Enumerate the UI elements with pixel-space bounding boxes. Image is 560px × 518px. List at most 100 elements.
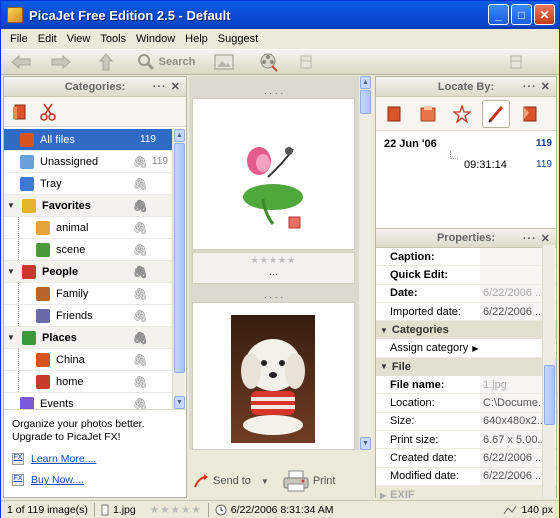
property-row[interactable]: Date: 6/22/2006 ... (376, 284, 556, 303)
scroll-up-arrow[interactable]: ▲ (174, 129, 185, 142)
panel-close-icon[interactable]: ✕ (171, 81, 181, 93)
property-row[interactable]: Quick Edit: (376, 266, 556, 285)
collapse-arrow-icon[interactable]: ▼ (6, 333, 16, 342)
maximize-button[interactable]: □ (511, 4, 532, 25)
category-china[interactable]: China 🖇 (4, 349, 172, 371)
category-events[interactable]: Events 🖇 (4, 393, 172, 409)
forward-button[interactable] (41, 51, 81, 73)
scissors-icon[interactable] (40, 103, 56, 121)
property-row[interactable]: Caption: (376, 248, 556, 267)
menu-window[interactable]: Window (131, 33, 180, 45)
property-value[interactable] (480, 266, 546, 284)
property-row[interactable]: Imported date: 6/22/2006 ... (376, 302, 556, 322)
property-row[interactable]: Size: 640x480x2... (376, 412, 556, 431)
category-tray[interactable]: Tray 🖇 (4, 173, 172, 195)
paperclip-icon[interactable]: 🖇 (133, 155, 148, 169)
property-row[interactable]: Created date: 6/22/2006 ... (376, 449, 556, 468)
scroll-down-arrow[interactable]: ▼ (174, 396, 185, 409)
category-family[interactable]: Family 🖇 (4, 283, 172, 305)
paperclip-icon[interactable]: 🖇 (133, 177, 148, 191)
paperclip-icon[interactable]: 🖇 (133, 265, 148, 279)
property-value[interactable]: 1.jpg (480, 376, 546, 394)
category-animal[interactable]: animal 🖇 (4, 217, 172, 239)
property-value[interactable]: C:\Docume... (480, 394, 546, 412)
toolbar-slot-button-right[interactable] (501, 51, 531, 73)
property-value[interactable] (480, 248, 546, 266)
status-rating-stars[interactable]: ★★★★★ (150, 504, 202, 516)
menu-edit[interactable]: Edit (33, 33, 62, 45)
category-favorites[interactable]: ▼ Favorites 🖇 (4, 195, 172, 217)
property-row[interactable]: Print size: 6.67 x 5.00... (376, 430, 556, 450)
paperclip-icon[interactable]: 🖇 (133, 309, 148, 323)
panel-menu-icon[interactable]: ··· (153, 81, 167, 93)
menu-file[interactable]: File (5, 33, 33, 45)
property-value[interactable]: 6/22/2006 ... (480, 467, 546, 485)
new-category-icon[interactable] (12, 103, 28, 121)
back-button[interactable] (1, 51, 41, 73)
rating-stars[interactable]: ★★★★★ (193, 255, 354, 266)
panel-close-icon[interactable]: ✕ (541, 81, 551, 93)
up-button[interactable] (81, 51, 131, 73)
date-node[interactable]: 22 Jun '06 119 (376, 135, 556, 155)
panel-menu-icon[interactable]: ··· (523, 81, 537, 93)
property-row[interactable]: Location: C:\Docume... (376, 394, 556, 413)
category-places[interactable]: ▼ Places 🖇 (4, 327, 172, 349)
print-button[interactable]: Print (283, 470, 335, 492)
menu-help[interactable]: Help (180, 33, 213, 45)
buy-now-link[interactable]: FX Buy Now.... (12, 474, 178, 486)
close-button[interactable]: ✕ (534, 4, 555, 25)
send-to-button[interactable]: Send to ▼ (193, 473, 269, 489)
categories-scrollbar[interactable]: ▲ ▼ (172, 129, 185, 409)
slideshow-button[interactable] (201, 51, 247, 73)
paperclip-icon[interactable]: 🖇 (133, 331, 148, 345)
category-people[interactable]: ▼ People 🖇 (4, 261, 172, 283)
edit-tool-button[interactable] (247, 51, 291, 73)
property-row[interactable]: Modified date: 6/22/2006 ... (376, 467, 556, 486)
panel-close-icon[interactable]: ✕ (541, 233, 551, 245)
menu-view[interactable]: View (62, 33, 96, 45)
collapse-arrow-icon[interactable]: ▼ (6, 267, 16, 276)
toolbar-slot-button[interactable] (291, 51, 321, 73)
property-value[interactable]: 6.67 x 5.00... (480, 430, 546, 449)
paperclip-icon[interactable]: 🖇 (133, 243, 148, 257)
thumbnail-scrollbar[interactable]: ▲ ▼ (358, 76, 371, 450)
thumbnail-1[interactable] (192, 98, 355, 250)
scroll-thumb[interactable] (360, 90, 371, 114)
locate-by-tag-button[interactable] (516, 100, 544, 128)
scroll-up-arrow[interactable]: ▲ (360, 76, 371, 89)
minimize-button[interactable]: _ (488, 4, 509, 25)
search-button[interactable]: Search (131, 51, 201, 73)
locate-by-category-button[interactable] (380, 100, 408, 128)
scroll-down-arrow[interactable]: ▼ (360, 437, 371, 450)
paperclip-icon[interactable]: 🖇 (133, 287, 148, 301)
locate-by-rating-button[interactable] (448, 100, 476, 128)
property-value[interactable]: 6/22/2006 ... (480, 302, 546, 321)
locate-by-folder-button[interactable] (414, 100, 442, 128)
zoom-indicator[interactable]: 140 px (503, 504, 553, 516)
paperclip-icon[interactable]: 🖇 (133, 199, 148, 213)
assign-category-row[interactable]: Assign category ▶ (376, 339, 556, 358)
category-home[interactable]: home 🖇 (4, 371, 172, 393)
thumbnail-2[interactable] (192, 302, 355, 450)
property-value[interactable]: 6/22/2006 ... (480, 284, 546, 302)
menu-tools[interactable]: Tools (95, 33, 131, 45)
scroll-thumb[interactable] (174, 143, 185, 373)
category-unassigned[interactable]: Unassigned 🖇 119 (4, 151, 172, 173)
paperclip-icon[interactable]: 🖇 (133, 221, 148, 235)
paperclip-icon[interactable]: 🖇 (133, 397, 148, 410)
categories-section[interactable]: ▼ Categories (376, 321, 556, 340)
paperclip-icon[interactable]: 🖇 (133, 375, 148, 389)
properties-scrollbar[interactable] (542, 245, 555, 498)
property-value[interactable]: 640x480x2... (480, 412, 546, 430)
property-value[interactable]: 6/22/2006 ... (480, 449, 546, 467)
time-node[interactable]: 09:31:14 119 (376, 151, 556, 175)
learn-more-link[interactable]: FX Learn More.... (12, 453, 178, 465)
category-all-files[interactable]: All files 119 (4, 129, 172, 151)
file-section[interactable]: ▼ File (376, 357, 556, 377)
panel-menu-icon[interactable]: ··· (523, 233, 537, 245)
menu-suggest[interactable]: Suggest (213, 33, 263, 45)
locate-by-date-button[interactable] (482, 99, 510, 128)
scroll-thumb[interactable] (544, 365, 555, 425)
title-bar[interactable]: PicaJet Free Edition 2.5 - Default _ □ ✕ (1, 1, 559, 29)
collapse-arrow-icon[interactable]: ▼ (6, 201, 16, 210)
